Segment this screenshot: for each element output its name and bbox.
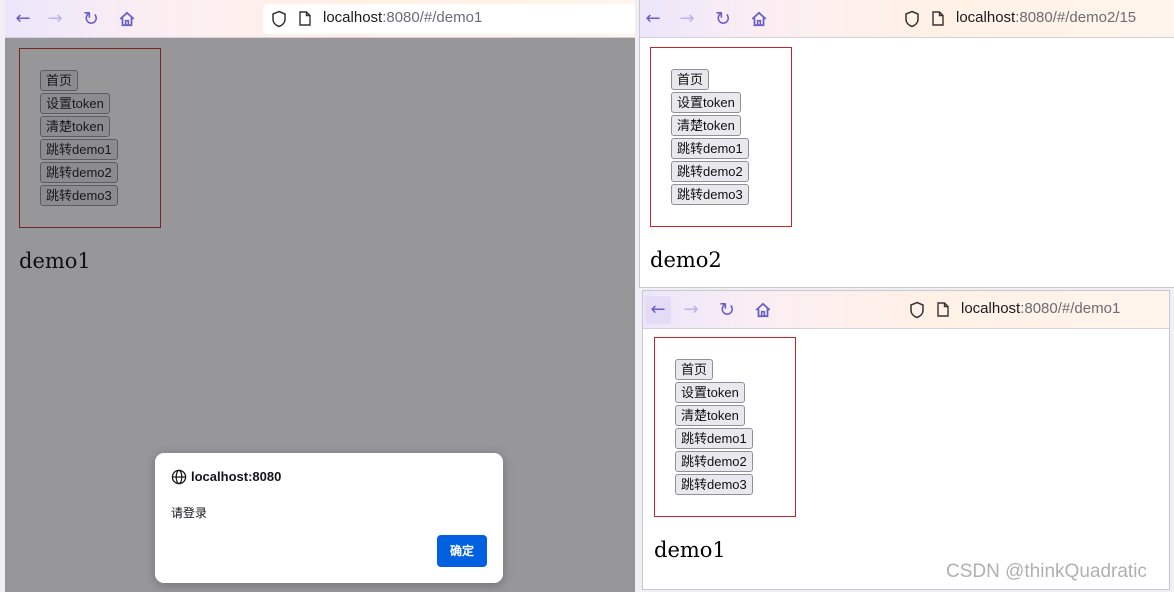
clear-token-button[interactable]: 清楚token [675,405,745,426]
home-icon[interactable] [751,298,775,322]
browser-window-demo1-right: ← → ↻ localhost:8080/#/demo1 首页 设置token … [642,290,1170,590]
page-title: demo2 [650,248,722,272]
csdn-watermark: CSDN @thinkQuadratic [946,561,1147,582]
goto-demo3-button[interactable]: 跳转demo3 [675,474,753,495]
page-content: 首页 设置token 清楚token 跳转demo1 跳转demo2 跳转dem… [643,330,1169,589]
set-token-button[interactable]: 设置token [675,382,745,403]
back-arrow-icon[interactable]: ← [645,296,671,324]
address-bar[interactable]: localhost:8080/#/demo1 [901,295,1169,325]
url-text: localhost:8080/#/demo2/15 [956,9,1137,26]
dialog-message: 请登录 [171,506,208,520]
forward-arrow-icon[interactable]: → [679,298,703,322]
set-token-button[interactable]: 设置token [671,92,741,113]
home-icon[interactable] [115,7,139,31]
globe-icon [171,469,187,485]
clear-token-button[interactable]: 清楚token [671,115,741,136]
address-bar[interactable]: localhost:8080/#/demo1 [263,4,635,34]
alert-dialog: localhost:8080 请登录 确定 [155,453,503,583]
browser-toolbar: ← → ↻ localhost:8080/#/demo1 [643,291,1169,329]
page-icon [932,11,944,26]
forward-arrow-icon[interactable]: → [675,7,699,31]
home-button[interactable]: 首页 [675,359,714,380]
page-title: demo1 [654,538,726,562]
goto-demo1-button[interactable]: 跳转demo1 [675,428,753,449]
reload-icon[interactable]: ↻ [715,298,739,322]
goto-demo1-button[interactable]: 跳转demo1 [671,138,749,159]
url-text: localhost:8080/#/demo1 [323,9,483,26]
address-bar[interactable]: localhost:8080/#/demo2/15 [896,4,1174,34]
reload-icon[interactable]: ↻ [79,7,103,31]
browser-toolbar: ← → ↻ localhost:8080/#/demo2/15 [640,0,1174,38]
goto-demo2-button[interactable]: 跳转demo2 [671,161,749,182]
home-button[interactable]: 首页 [671,69,710,90]
goto-demo2-button[interactable]: 跳转demo2 [675,451,753,472]
page-content: 首页 设置token 清楚token 跳转demo1 跳转demo2 跳转dem… [640,39,1174,287]
page-icon [299,11,311,26]
page-icon [937,302,949,317]
shield-icon [905,10,919,28]
browser-toolbar: ← → ↻ localhost:8080/#/demo1 [5,0,635,38]
dialog-origin: localhost:8080 [191,469,282,484]
reload-icon[interactable]: ↻ [711,7,735,31]
forward-arrow-icon[interactable]: → [43,7,67,31]
shield-icon [272,10,286,28]
browser-window-demo2: ← → ↻ localhost:8080/#/demo2/15 首页 设置tok… [639,0,1174,288]
dialog-ok-button[interactable]: 确定 [437,535,487,567]
back-arrow-icon[interactable]: ← [11,7,35,31]
url-text: localhost:8080/#/demo1 [961,300,1121,317]
back-arrow-icon[interactable]: ← [641,7,665,31]
goto-demo3-button[interactable]: 跳转demo3 [671,184,749,205]
shield-icon [910,301,924,319]
home-icon[interactable] [747,7,771,31]
